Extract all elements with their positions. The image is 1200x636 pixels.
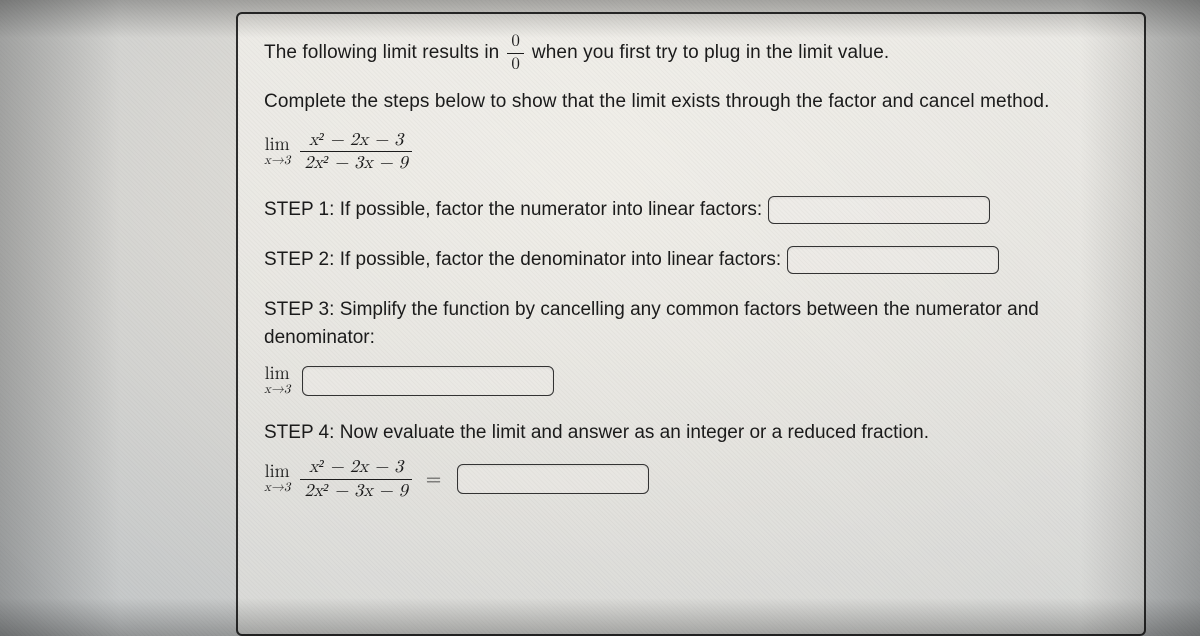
lim-sub: x→3	[264, 383, 290, 397]
fraction-bar	[300, 479, 411, 480]
step-3-body-a: Simplify the function by cancelling any …	[340, 299, 1039, 320]
limit-fraction: x² − 2x − 3 2x² − 3x − 9	[300, 130, 411, 174]
intro-line-1: The following limit results in 0 0 when …	[264, 32, 1118, 74]
lim-text: lim	[264, 365, 290, 383]
step-4-limit-row: lim x→3 x² − 2x − 3 2x² − 3x − 9 =	[264, 457, 1118, 501]
step-2-label: STEP 2:	[264, 249, 334, 270]
step-4-input[interactable]	[457, 464, 649, 494]
limit-denominator: 2x² − 3x − 9	[300, 153, 411, 174]
zero-over-zero: 0 0	[507, 32, 524, 74]
step-2-input[interactable]	[787, 246, 999, 274]
final-limit-fraction: x² − 2x − 3 2x² − 3x − 9	[300, 457, 411, 501]
step-1-text: STEP 1: If possible, factor the numerato…	[264, 196, 762, 224]
step-1-label: STEP 1:	[264, 199, 334, 220]
step-4-body: Now evaluate the limit and answer as an …	[340, 422, 929, 443]
fraction-bar	[300, 151, 411, 152]
step-4-label: STEP 4:	[264, 422, 334, 443]
limit-operator: lim x→3	[264, 463, 290, 495]
step-4-row: STEP 4: Now evaluate the limit and answe…	[264, 419, 1118, 447]
step-3-body-b: denominator:	[264, 327, 375, 348]
main-limit-expression: lim x→3 x² − 2x − 3 2x² − 3x − 9	[264, 130, 1118, 174]
limit-operator: lim x→3	[264, 136, 290, 168]
intro-line-2: Complete the steps below to show that th…	[264, 88, 1118, 116]
limit-numerator: x² − 2x − 3	[300, 457, 411, 478]
frac-denominator: 0	[507, 55, 524, 75]
intro-text-b: when you first try to plug in the limit …	[532, 39, 889, 67]
step-1-row: STEP 1: If possible, factor the numerato…	[264, 196, 1118, 224]
step-3-row: STEP 3: Simplify the function by cancell…	[264, 296, 1118, 351]
step-3-input[interactable]	[302, 366, 554, 396]
lim-sub: x→3	[264, 154, 290, 168]
step-2-text: STEP 2: If possible, factor the denomina…	[264, 246, 781, 274]
frac-numerator: 0	[507, 32, 524, 52]
page-surface: The following limit results in 0 0 when …	[0, 0, 1200, 636]
step-2-body: If possible, factor the denominator into…	[340, 249, 781, 270]
step-1-input[interactable]	[768, 196, 990, 224]
limit-operator: lim x→3	[264, 365, 290, 397]
step-1-body: If possible, factor the numerator into l…	[340, 199, 762, 220]
limit-numerator: x² − 2x − 3	[300, 130, 411, 151]
intro-text-a: The following limit results in	[264, 39, 499, 67]
step-3-label: STEP 3:	[264, 299, 334, 320]
limit-denominator: 2x² − 3x − 9	[300, 481, 411, 502]
fraction-bar	[507, 53, 524, 54]
lim-sub: x→3	[264, 481, 290, 495]
step-3-limit-row: lim x→3	[264, 365, 1118, 397]
equals-sign: =	[426, 467, 442, 491]
lim-text: lim	[264, 136, 290, 154]
lim-text: lim	[264, 463, 290, 481]
step-2-row: STEP 2: If possible, factor the denomina…	[264, 246, 1118, 274]
problem-panel: The following limit results in 0 0 when …	[236, 12, 1146, 636]
